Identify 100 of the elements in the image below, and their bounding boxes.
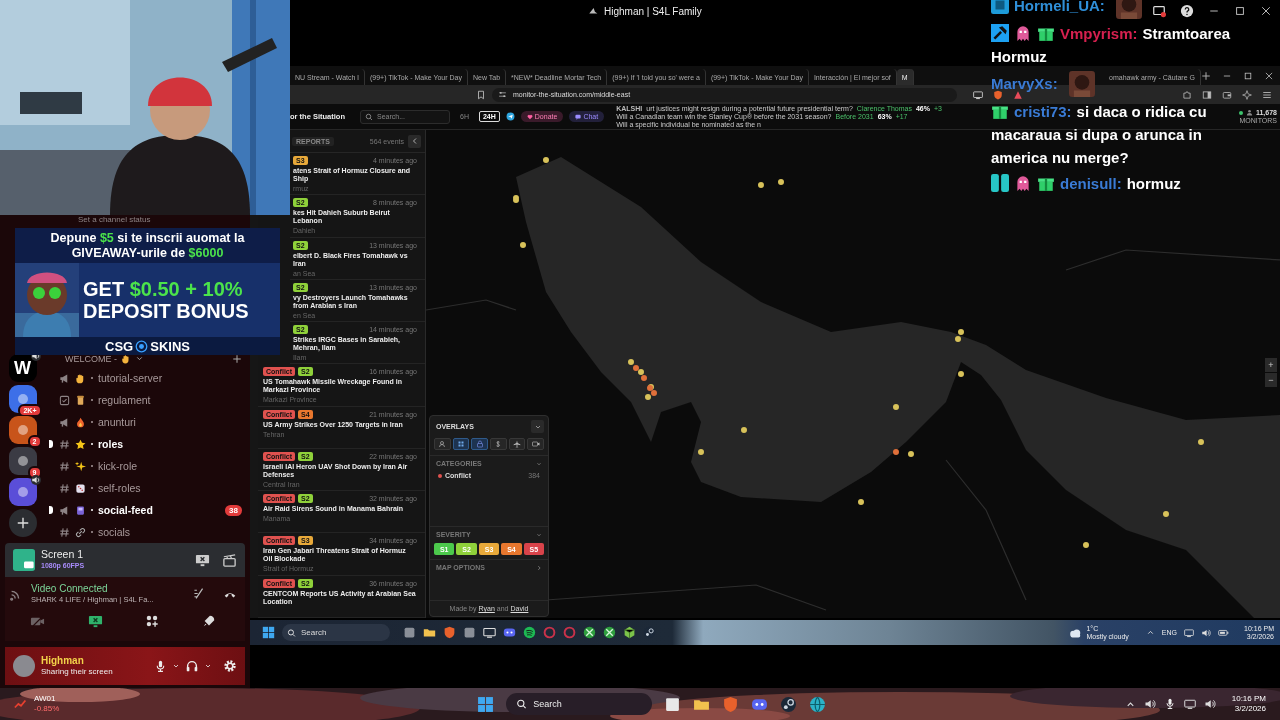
channel-item[interactable]: roles (45, 433, 250, 455)
sparkle-icon[interactable] (1242, 89, 1252, 100)
speaker-icon (30, 475, 41, 485)
screen-icon[interactable] (1184, 627, 1195, 638)
voice-status: Video Connected (31, 583, 109, 594)
cube-icon[interactable] (623, 626, 636, 639)
chat-icon (575, 113, 582, 120)
volume-icon[interactable] (1203, 698, 1216, 710)
ring-icon[interactable] (543, 626, 556, 639)
search-icon (516, 698, 528, 710)
tune-icon (498, 90, 507, 99)
search-field[interactable]: Search (282, 624, 390, 641)
search-field[interactable]: Search (506, 693, 653, 715)
plus-icon[interactable] (232, 353, 242, 364)
channel-item[interactable]: anunturi (45, 411, 250, 433)
channel-item[interactable]: tutorial-server (45, 367, 250, 389)
share-screen-icon[interactable] (87, 614, 103, 629)
chat-username: denisull: (1060, 175, 1122, 192)
chart-icon[interactable] (14, 697, 28, 711)
target-icon (135, 339, 149, 353)
taskbar-clock[interactable]: 10:16 PM 3/2/2026 (1231, 694, 1266, 714)
add-server-button[interactable] (8, 509, 37, 537)
collapse-button[interactable] (408, 134, 421, 148)
collapse-button[interactable] (531, 420, 544, 433)
close-icon[interactable] (1260, 5, 1272, 17)
window-title: Highman | S4L Family (604, 5, 702, 17)
chevron-icon (536, 531, 542, 538)
maximize-icon[interactable] (1234, 5, 1246, 17)
layer-toggle[interactable] (471, 438, 488, 450)
cross-icon[interactable] (603, 626, 616, 639)
hand-icon (121, 353, 131, 364)
bookmark-icon[interactable] (476, 89, 486, 100)
new-tab-icon[interactable] (1201, 70, 1211, 81)
layer-toggle[interactable] (490, 438, 507, 450)
chevron-up-icon[interactable] (1145, 628, 1155, 637)
sidebar-icon[interactable] (1202, 89, 1212, 100)
screen-icon[interactable] (1183, 698, 1196, 710)
channel-item[interactable]: social-feed 38 (45, 499, 250, 521)
shield-icon[interactable] (443, 626, 456, 639)
channel-item[interactable]: socials (45, 521, 250, 543)
bars-icon (991, 174, 1009, 192)
chevron-icon (536, 460, 542, 467)
layer-toggle[interactable] (434, 438, 451, 450)
camera-icon (531, 440, 540, 448)
channel-item[interactable]: kick-role (45, 455, 250, 477)
microphone-icon[interactable] (154, 659, 167, 673)
link-icon (75, 526, 86, 538)
user-status: Sharing their screen (41, 666, 113, 677)
maximize-icon[interactable] (1243, 70, 1253, 81)
volume-icon[interactable] (1201, 627, 1212, 638)
music-icon[interactable] (523, 626, 536, 639)
lock-icon (475, 440, 484, 448)
shield-icon[interactable] (722, 695, 740, 713)
cross-icon[interactable] (583, 626, 596, 639)
channel-item[interactable]: self-roles (45, 477, 250, 499)
layer-toggle[interactable] (452, 438, 470, 450)
menu-icon[interactable] (1262, 89, 1272, 100)
close-icon[interactable] (1264, 70, 1274, 81)
microphone-icon[interactable] (1163, 698, 1176, 710)
chevron-icon[interactable] (172, 662, 180, 670)
heart-icon (526, 113, 533, 120)
chat-bubble-icon[interactable] (503, 626, 516, 639)
wallet-icon[interactable] (1222, 89, 1232, 100)
clapperboard-icon[interactable] (222, 552, 237, 568)
hash-icon (59, 526, 70, 538)
steam-icon[interactable] (780, 695, 798, 713)
activities-icon[interactable] (145, 614, 160, 628)
chat-message: cristi73: si daca o ridica cu macaraua si dupa o arunca in america nu merge? (991, 101, 1208, 168)
zoom-in-button[interactable]: + (1265, 358, 1277, 372)
cast-icon[interactable] (1152, 4, 1166, 18)
battery-icon[interactable] (1218, 627, 1230, 638)
layer-toggle[interactable] (527, 438, 545, 450)
chevron-icon[interactable] (204, 662, 212, 670)
steam-icon[interactable] (643, 626, 656, 639)
ring-icon[interactable] (563, 626, 576, 639)
volume-icon[interactable] (1143, 698, 1156, 710)
chat-message: denisull: hormuz (991, 172, 1181, 195)
category-label: WELCOME - (65, 353, 117, 364)
megaphone-icon (59, 504, 70, 516)
plane-icon (513, 440, 521, 448)
screen-icon[interactable] (973, 89, 983, 100)
headset-icon[interactable] (185, 659, 199, 673)
dollar-icon (494, 440, 503, 448)
users-icon (438, 440, 447, 448)
avatar (13, 655, 35, 677)
windows-icon[interactable] (262, 626, 275, 639)
grid-icon (457, 440, 465, 448)
windows-icon[interactable] (477, 695, 495, 713)
globe-icon[interactable] (809, 695, 827, 713)
camera-off-icon[interactable] (30, 614, 46, 629)
chat-username: MarvyXs: (991, 75, 1058, 92)
settings-icon[interactable] (223, 659, 237, 673)
checklist-icon (59, 394, 70, 406)
brand-name: CSG (105, 338, 134, 354)
help-icon[interactable] (1180, 4, 1194, 18)
stop-stream-icon[interactable] (195, 552, 210, 568)
zoom-out-button[interactable]: − (1265, 373, 1277, 387)
telegram-icon[interactable] (505, 112, 515, 121)
channel-item[interactable]: regulament (45, 389, 250, 411)
layer-toggle[interactable] (508, 438, 526, 450)
